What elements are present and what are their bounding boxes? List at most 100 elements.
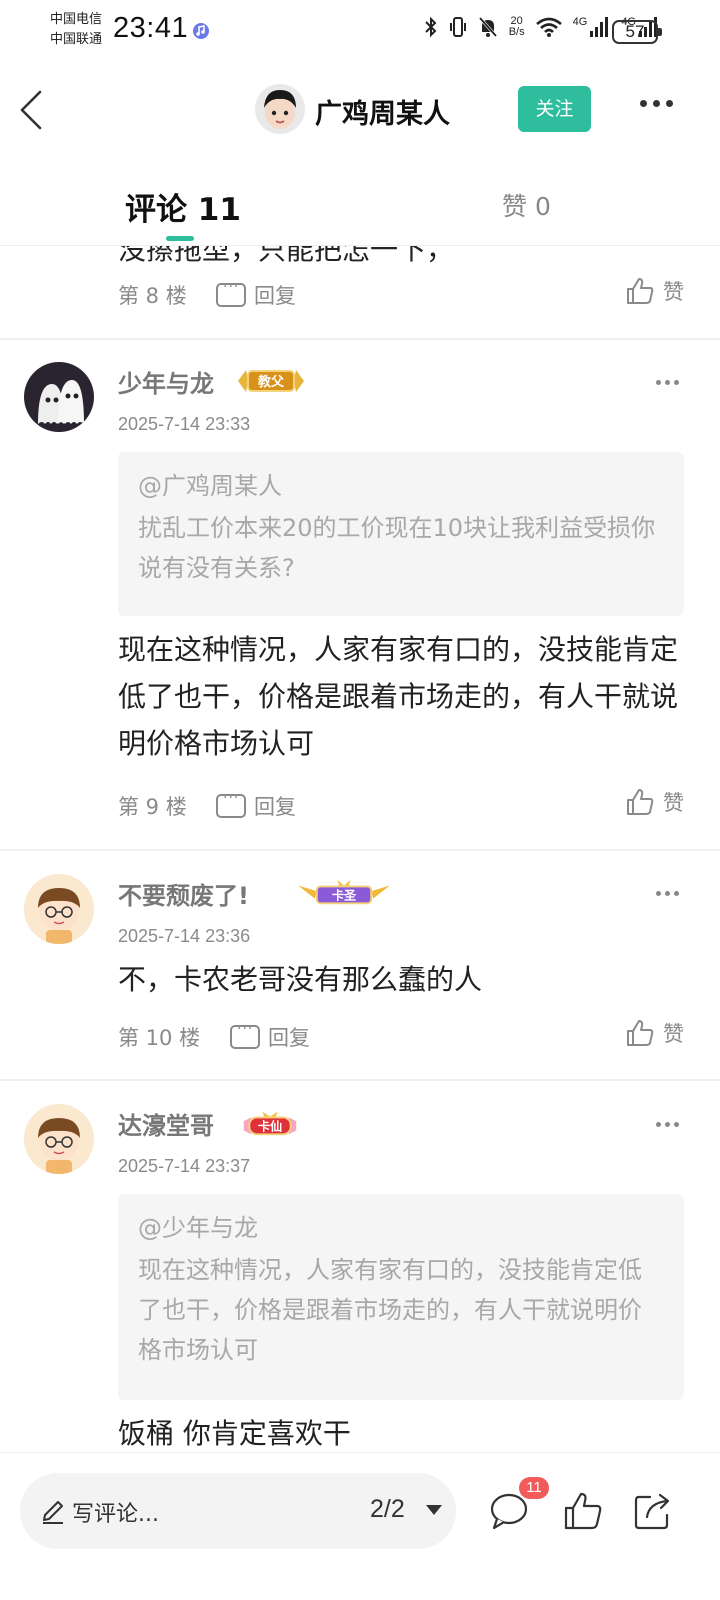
- more-dot: [665, 891, 670, 896]
- badge-label: 卡圣: [332, 888, 357, 903]
- more-dot: [674, 1122, 679, 1127]
- page-dropdown-caret-icon[interactable]: [426, 1505, 442, 1515]
- more-dot: [666, 100, 673, 107]
- net-speed: 20 B/s: [509, 16, 525, 38]
- comment-footer: 第 10 楼 回复 赞: [118, 1020, 684, 1052]
- reply-button[interactable]: 回复: [216, 279, 296, 310]
- top-nav-bar: 广鸡周某人 关注: [0, 64, 720, 156]
- carrier-info: 中国电信 中国联通: [50, 10, 102, 50]
- more-dot: [656, 891, 661, 896]
- mute-bell-icon: [478, 17, 497, 37]
- more-options-icon[interactable]: [640, 100, 673, 107]
- floor-number: 第 9 楼: [118, 795, 187, 819]
- badge-label: 卡仙: [258, 1119, 282, 1134]
- more-dot: [674, 380, 679, 385]
- like-label: 赞: [663, 1022, 684, 1046]
- comment-more-icon[interactable]: [656, 891, 679, 896]
- comment-divider: [0, 1079, 720, 1081]
- quoted-reply[interactable]: @少年与龙 现在这种情况，人家有家有口的，没技能肯定低了也干，价格是跟着市场走的…: [118, 1194, 684, 1400]
- thumbs-up-icon: [627, 278, 654, 304]
- reply-icon: [216, 279, 246, 307]
- reply-icon: [230, 1021, 260, 1049]
- music-icon: [193, 23, 209, 39]
- more-dot: [653, 100, 660, 107]
- like-label: 赞: [663, 791, 684, 815]
- tab-comments[interactable]: 评论 11: [125, 184, 241, 229]
- quoted-text: 扰乱工价本来20的工价现在10块让我利益受损你说有没有关系?: [138, 514, 656, 582]
- page-indicator[interactable]: 2/2: [370, 1495, 405, 1524]
- comment-divider: [0, 338, 720, 340]
- bluetooth-icon: [425, 16, 437, 38]
- active-tab-indicator: [166, 236, 194, 241]
- reply-button[interactable]: 回复: [216, 790, 296, 821]
- floor-number: 第 8 楼: [118, 284, 187, 308]
- badge-kasheng: 卡圣: [298, 879, 390, 905]
- user-name[interactable]: 不要颓废了!: [118, 876, 249, 911]
- net-speed-unit: B/s: [508, 26, 525, 38]
- status-bar: 中国电信 中国联通 23:41 20 B/s 4G 4G 57: [0, 0, 720, 64]
- user-name[interactable]: 少年与龙: [118, 364, 214, 399]
- like-button[interactable]: 赞: [625, 276, 684, 306]
- comment-body: 不，卡农老哥没有那么蠢的人: [118, 963, 483, 996]
- avatar[interactable]: [24, 874, 94, 944]
- write-comment-placeholder: 写评论...: [72, 1502, 159, 1527]
- vibrate-icon: [449, 17, 466, 37]
- reply-icon: [216, 790, 246, 818]
- tab-bar: 评论 11 赞 0: [0, 160, 720, 246]
- quoted-reply[interactable]: @广鸡周某人 扰乱工价本来20的工价现在10块让我利益受损你说有没有关系?: [118, 452, 684, 616]
- quoted-user: @少年与龙: [138, 1214, 258, 1242]
- battery-indicator: 57: [612, 20, 662, 44]
- author-name[interactable]: 广鸡周某人: [315, 92, 450, 131]
- back-arrow-icon[interactable]: [18, 90, 44, 130]
- comment-more-icon[interactable]: [656, 380, 679, 385]
- pencil-icon: [43, 1501, 63, 1524]
- follow-button[interactable]: 关注: [518, 86, 591, 132]
- badge-kaxian: 卡仙: [243, 1111, 297, 1136]
- thumbs-up-icon: [627, 1020, 654, 1046]
- thumbs-up-icon: [627, 789, 654, 815]
- comment-time: 2025-7-14 23:37: [118, 1156, 251, 1176]
- more-dot: [665, 1122, 670, 1127]
- badge-label: 教父: [257, 374, 285, 390]
- more-dot: [665, 380, 670, 385]
- author-avatar-image: [255, 84, 305, 134]
- more-dot: [656, 380, 661, 385]
- avatar[interactable]: [24, 362, 94, 432]
- comment-time: 2025-7-14 23:36: [118, 926, 251, 946]
- quoted-text: 现在这种情况，人家有家有口的，没技能肯定低了也干，价格是跟着市场走的，有人干就说…: [138, 1256, 642, 1364]
- comment-feed[interactable]: 没擦拖型，只能把怎一下， 第 8 楼 回复 赞 少年与龙 教父 2025-7-1…: [0, 246, 720, 1452]
- author-avatar[interactable]: [255, 84, 305, 134]
- avatar-cartoon-boy-image: [24, 874, 94, 944]
- reply-label: 回复: [254, 284, 296, 308]
- wifi-icon: [535, 17, 562, 37]
- avatar-cartoon-boy-image: [24, 1104, 94, 1174]
- user-name[interactable]: 达濠堂哥: [118, 1106, 214, 1141]
- share-icon[interactable]: [633, 1491, 673, 1531]
- reply-label: 回复: [268, 1026, 310, 1050]
- comment-footer: 第 8 楼 回复 赞: [118, 278, 684, 310]
- like-button[interactable]: 赞: [625, 787, 684, 817]
- comment-more-icon[interactable]: [656, 1122, 679, 1127]
- carrier-2: 中国联通: [50, 32, 103, 47]
- quoted-user: @广鸡周某人: [138, 472, 282, 500]
- reply-label: 回复: [254, 795, 296, 819]
- more-dot: [640, 100, 647, 107]
- reply-button[interactable]: 回复: [230, 1021, 310, 1052]
- comment-divider: [0, 849, 720, 851]
- signal-1: 4G: [573, 16, 612, 38]
- like-label: 赞: [663, 280, 684, 304]
- comment-count-badge: 11: [519, 1477, 549, 1499]
- thumbs-up-icon[interactable]: [563, 1491, 603, 1531]
- comment-footer: 第 9 楼 回复 赞: [118, 789, 684, 821]
- avatar[interactable]: [24, 1104, 94, 1174]
- tab-likes[interactable]: 赞 0: [502, 187, 551, 223]
- write-comment-input[interactable]: 写评论... 2/2: [20, 1473, 456, 1549]
- avatar-ghosts-image: [24, 362, 94, 432]
- comment-time: 2025-7-14 23:33: [118, 414, 251, 434]
- signal-bars-1-icon: [590, 17, 609, 37]
- comment-body-cutoff: 没擦拖型，只能把怎一下，: [118, 246, 455, 266]
- more-dot: [656, 1122, 661, 1127]
- like-button[interactable]: 赞: [625, 1018, 684, 1048]
- comment-body: 现在这种情况，人家有家有口的，没技能肯定低了也干，价格是跟着市场走的，有人干就说…: [118, 633, 679, 760]
- clock: 23:41: [113, 12, 189, 44]
